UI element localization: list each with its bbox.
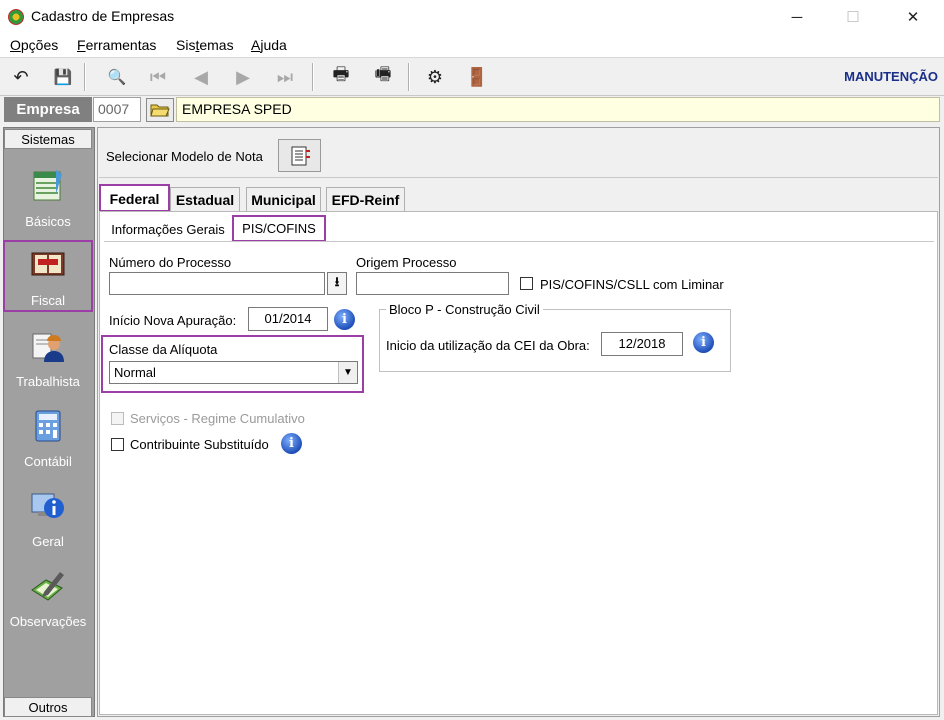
sidebar-item-basicos[interactable]: Básicos bbox=[4, 164, 92, 242]
sidebar-header-sistemas[interactable]: Sistemas bbox=[4, 129, 92, 149]
print-setup-icon: 🖷 bbox=[374, 64, 392, 84]
title-bar: Cadastro de Empresas ─ ☐ ✕ bbox=[0, 0, 944, 34]
info-monitor-icon bbox=[31, 493, 64, 518]
numero-processo-lookup-button[interactable]: ⭳ bbox=[327, 272, 347, 295]
subtab-informacoes-gerais[interactable]: Informações Gerais bbox=[104, 218, 232, 241]
gear-icon: ⚙ bbox=[426, 66, 444, 87]
save-button[interactable]: 💾 bbox=[50, 65, 76, 89]
mode-label: MANUTENÇÃO bbox=[844, 69, 938, 84]
exit-door-icon: 🚪 bbox=[465, 66, 489, 87]
inicio-apuracao-info-icon[interactable]: i bbox=[334, 309, 355, 330]
document-list-icon bbox=[291, 146, 310, 165]
menu-sistemas[interactable]: Sistemas bbox=[176, 37, 234, 53]
spreadsheet-icon bbox=[33, 170, 62, 201]
origem-processo-input[interactable] bbox=[356, 272, 509, 295]
cei-info-icon[interactable]: i bbox=[693, 332, 714, 353]
toolbar-separator bbox=[312, 63, 314, 91]
toolbar-separator bbox=[84, 63, 86, 91]
numero-processo-input[interactable] bbox=[109, 272, 325, 295]
download-arrow-icon: ⭳ bbox=[334, 273, 340, 289]
menu-bar: Opções Ferramentas Sistemas Ajuda bbox=[0, 34, 944, 58]
last-icon: ⏭ bbox=[276, 66, 294, 87]
tab-estadual[interactable]: Estadual bbox=[170, 187, 240, 211]
toolbar-separator bbox=[408, 63, 410, 91]
sidebar-footer-outros[interactable]: Outros bbox=[4, 697, 92, 717]
sidebar-item-label: Fiscal bbox=[31, 293, 65, 308]
numero-processo-label: Número do Processo bbox=[109, 255, 232, 270]
exit-button[interactable]: 🚪 bbox=[464, 65, 490, 89]
first-record-button[interactable]: ⏮ bbox=[145, 65, 171, 89]
inicio-apuracao-input[interactable]: 01/2014 bbox=[248, 307, 328, 331]
sidebar-item-geral[interactable]: Geral bbox=[4, 484, 92, 562]
book-icon bbox=[31, 252, 65, 276]
menu-ajuda[interactable]: Ajuda bbox=[251, 37, 287, 53]
classe-aliquota-value: Normal bbox=[114, 365, 156, 380]
minimize-button[interactable]: ─ bbox=[774, 0, 820, 34]
last-record-button[interactable]: ⏭ bbox=[272, 65, 298, 89]
cei-input[interactable]: 12/2018 bbox=[601, 332, 683, 356]
select-modelo-button[interactable] bbox=[278, 139, 321, 172]
classe-aliquota-select[interactable]: Normal ▼ bbox=[109, 361, 358, 384]
servicos-cumulativo-checkbox[interactable] bbox=[111, 412, 124, 425]
tab-municipal[interactable]: Municipal bbox=[246, 187, 321, 211]
config-button[interactable]: ⚙ bbox=[422, 65, 448, 89]
sidebar-item-fiscal[interactable]: Fiscal bbox=[3, 240, 93, 312]
sidebar-item-trabalhista[interactable]: Trabalhista bbox=[4, 324, 92, 402]
open-empresa-button[interactable] bbox=[146, 98, 174, 122]
app-icon bbox=[8, 9, 24, 25]
menu-opcoes[interactable]: Opções bbox=[10, 37, 58, 53]
contribuinte-substituido-checkbox[interactable] bbox=[111, 438, 124, 451]
bloco-p-title: Bloco P - Construção Civil bbox=[386, 302, 543, 317]
divider bbox=[104, 241, 934, 242]
sidebar-item-label: Observações bbox=[9, 614, 87, 629]
save-icon: 💾 bbox=[53, 69, 73, 86]
empresa-code-field[interactable]: 0007 bbox=[93, 97, 141, 122]
undo-button[interactable]: ↶ bbox=[8, 65, 34, 89]
empresa-label: Empresa bbox=[4, 97, 92, 122]
sidebar-item-label: Básicos bbox=[25, 214, 71, 229]
sidebar-item-label: Contábil bbox=[24, 454, 72, 469]
cei-label: Inicio da utilização da CEI da Obra: bbox=[386, 338, 590, 353]
servicos-cumulativo-label: Serviços - Regime Cumulativo bbox=[130, 411, 305, 426]
liminar-checkbox[interactable] bbox=[520, 277, 533, 290]
undo-icon: ↶ bbox=[13, 66, 29, 87]
preview-button[interactable]: 🔍 bbox=[104, 65, 130, 89]
calculator-icon bbox=[35, 410, 61, 442]
empresa-name-field: EMPRESA SPED bbox=[176, 97, 940, 122]
sidebar-item-label: Trabalhista bbox=[16, 374, 80, 389]
pen-note-icon bbox=[31, 572, 64, 601]
subtab-pis-cofins[interactable]: PIS/COFINS bbox=[232, 215, 326, 242]
inicio-apuracao-label: Início Nova Apuração: bbox=[109, 313, 237, 328]
first-icon: ⏮ bbox=[149, 66, 167, 87]
modelo-label: Selecionar Modelo de Nota bbox=[106, 149, 263, 164]
prev-icon: ◀ bbox=[194, 66, 208, 87]
next-icon: ▶ bbox=[236, 66, 250, 87]
preview-icon: 🔍 bbox=[107, 69, 127, 86]
classe-aliquota-label: Classe da Alíquota bbox=[109, 342, 218, 357]
toolbar: ↶ 💾 🔍 ⏮ ◀ ▶ ⏭ 🖶 🖷 ⚙ 🚪 bbox=[0, 59, 944, 96]
tab-efd-reinf[interactable]: EFD-Reinf bbox=[326, 187, 405, 211]
prev-record-button[interactable]: ◀ bbox=[188, 65, 214, 89]
maximize-button[interactable]: ☐ bbox=[830, 0, 876, 34]
liminar-label: PIS/COFINS/CSLL com Liminar bbox=[540, 277, 724, 292]
close-button[interactable]: ✕ bbox=[890, 0, 936, 34]
worker-icon bbox=[32, 333, 64, 362]
printer-icon: 🖶 bbox=[332, 64, 350, 84]
next-record-button[interactable]: ▶ bbox=[230, 65, 256, 89]
contribuinte-substituido-label: Contribuinte Substituído bbox=[130, 437, 269, 452]
print-setup-button[interactable]: 🖷 bbox=[370, 64, 396, 89]
menu-ferramentas[interactable]: Ferramentas bbox=[77, 37, 156, 53]
window-title: Cadastro de Empresas bbox=[31, 8, 175, 24]
sidebar-item-label: Geral bbox=[32, 534, 64, 549]
origem-processo-label: Origem Processo bbox=[356, 255, 457, 270]
sidebar-item-observacoes[interactable]: Observações bbox=[4, 564, 92, 642]
chevron-down-icon[interactable]: ▼ bbox=[338, 362, 357, 383]
tab-federal[interactable]: Federal bbox=[99, 184, 170, 212]
sidebar-item-contabil[interactable]: Contábil bbox=[4, 404, 92, 482]
divider bbox=[99, 177, 938, 178]
contribuinte-info-icon[interactable]: i bbox=[281, 433, 302, 454]
print-button[interactable]: 🖶 bbox=[328, 64, 354, 89]
folder-open-icon bbox=[150, 104, 170, 117]
